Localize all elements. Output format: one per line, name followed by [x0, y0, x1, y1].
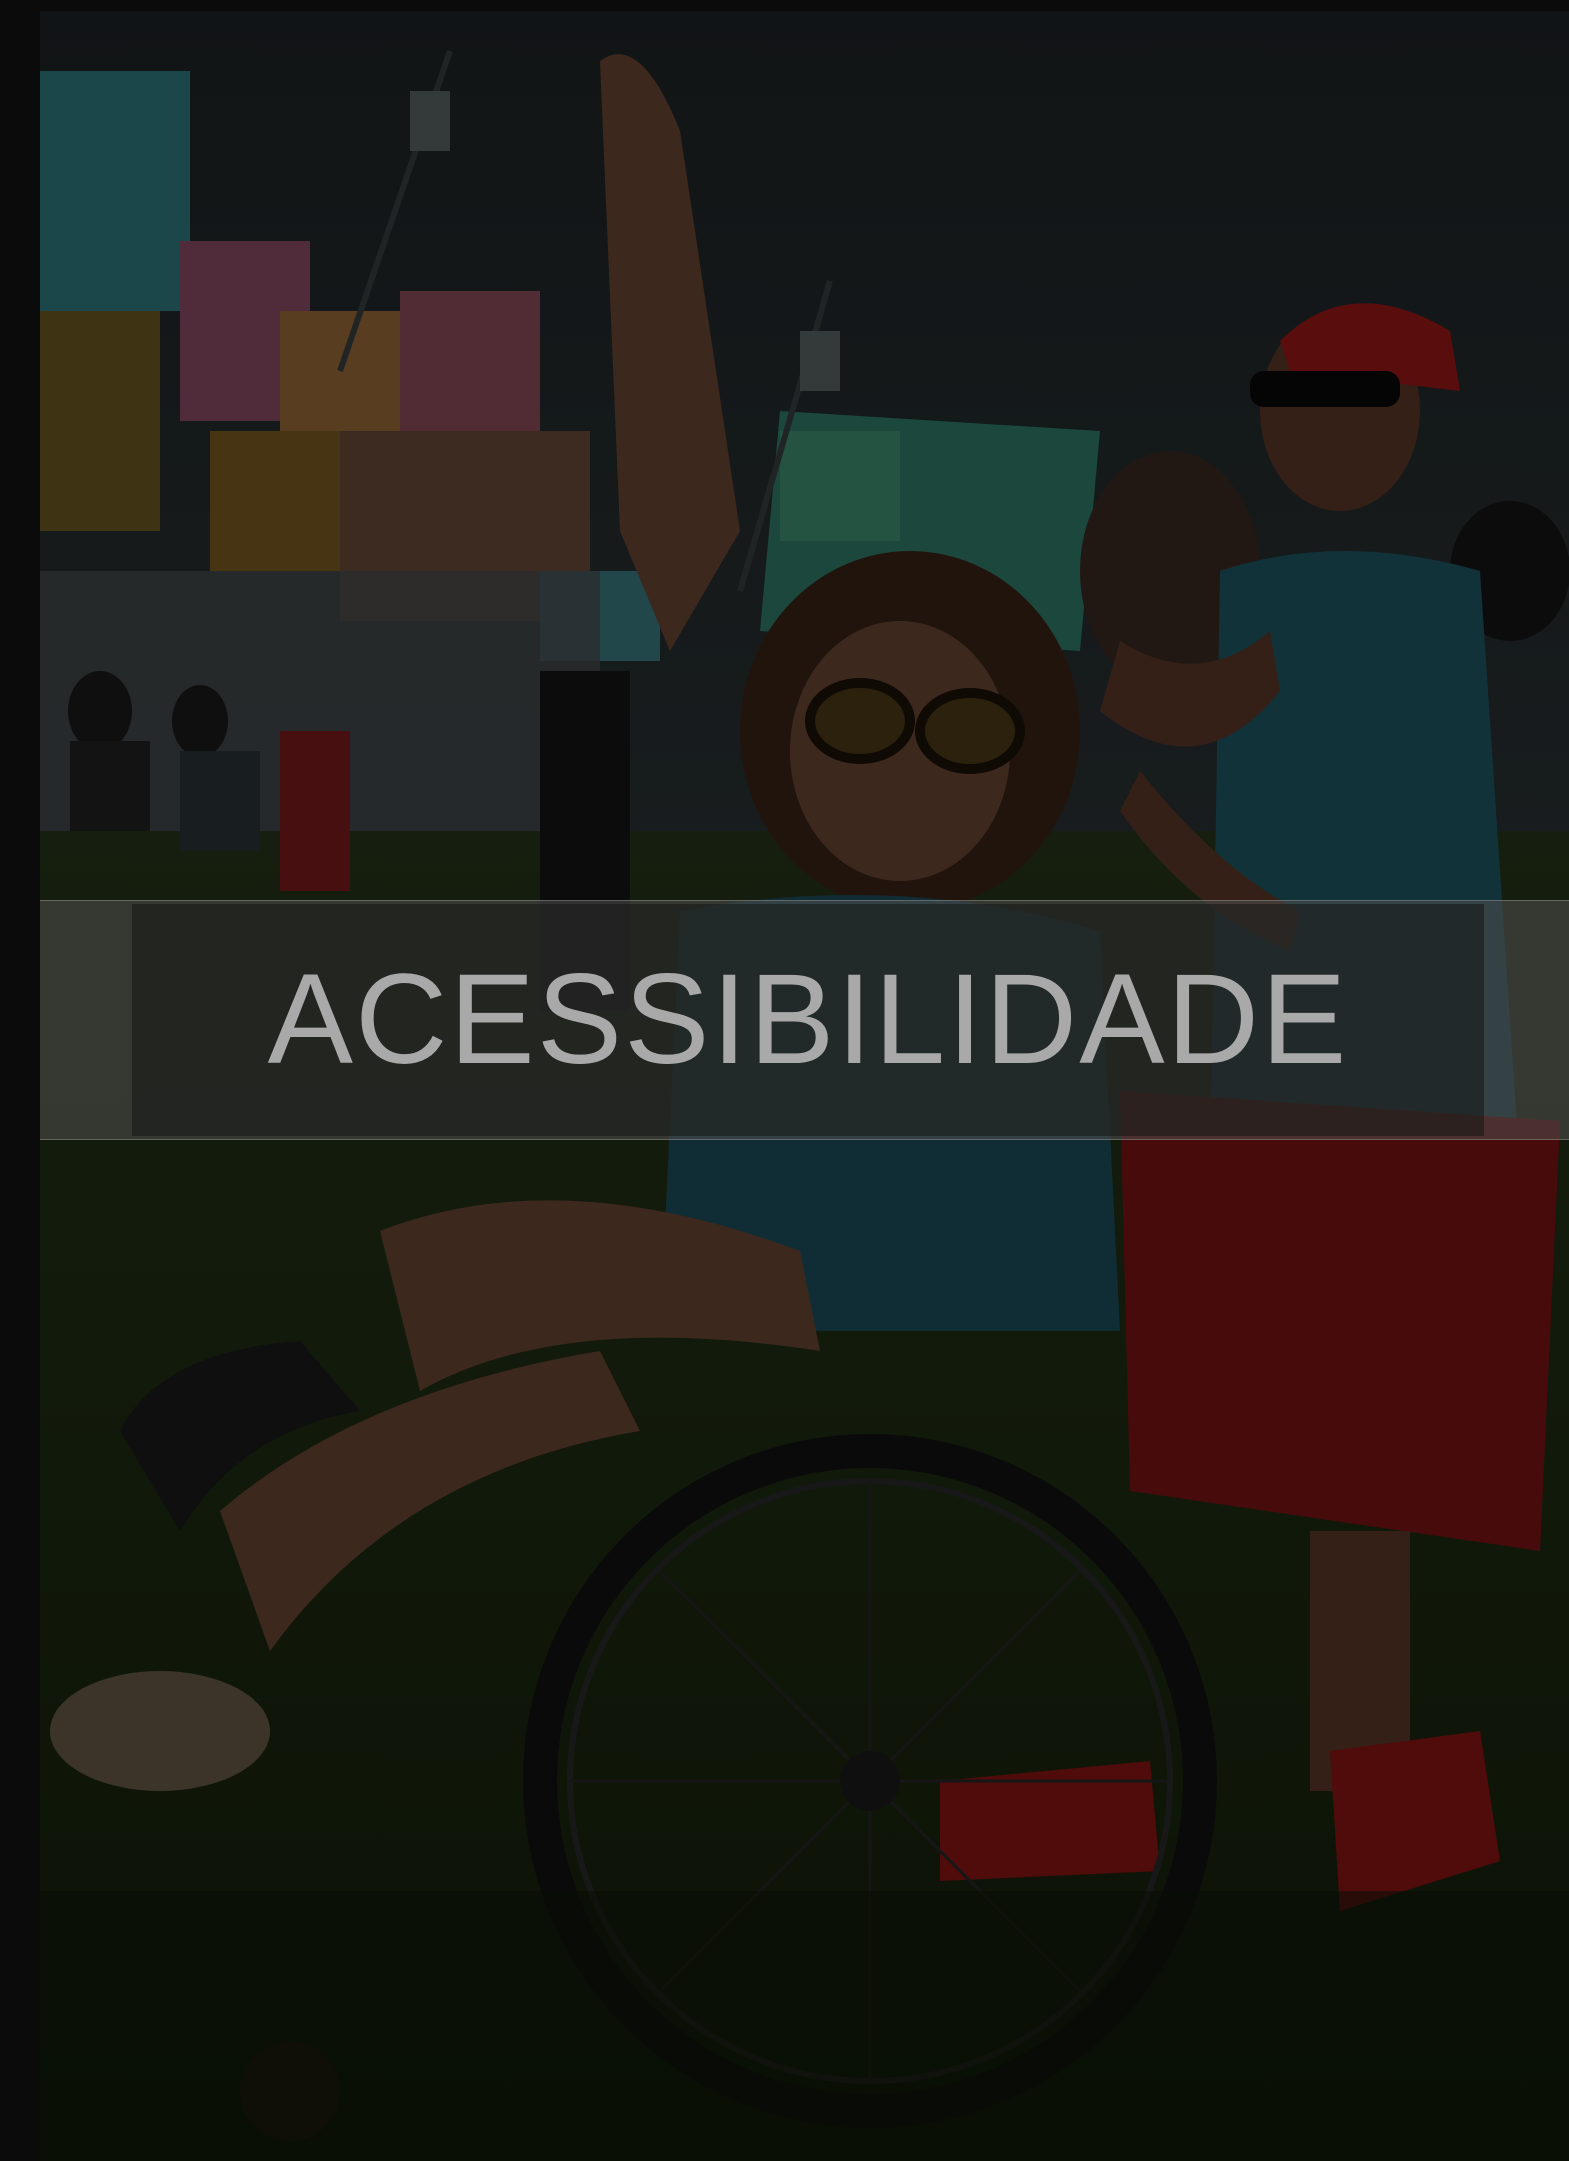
- page-title: ACESSIBILIDADE: [267, 948, 1349, 1091]
- page: ACESSIBILIDADE: [0, 0, 1569, 2161]
- title-banner: ACESSIBILIDADE: [132, 904, 1484, 1136]
